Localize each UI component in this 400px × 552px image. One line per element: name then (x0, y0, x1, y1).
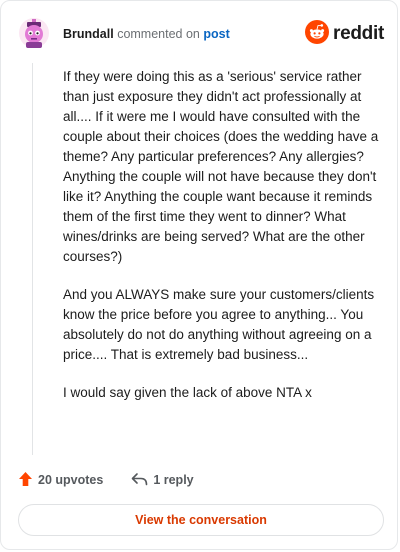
reddit-brand[interactable]: reddit (305, 19, 384, 49)
comment-paragraph: If they were doing this as a 'serious' s… (63, 69, 379, 264)
upvote-arrow-icon (18, 471, 33, 490)
comment-paragraph: I would say given the lack of above NTA … (63, 385, 312, 400)
comment-embed-card: Brundall commented on post reddit If the… (0, 0, 398, 550)
view-conversation-button[interactable]: View the conversation (18, 504, 384, 536)
reply-button[interactable]: 1 reply (131, 472, 194, 489)
reddit-wordmark: reddit (333, 23, 384, 44)
comment-actions: 20 upvotes 1 reply (18, 468, 194, 492)
reply-arrow-icon (131, 472, 148, 489)
upvote-button[interactable]: 20 upvotes (18, 471, 103, 490)
username-link[interactable]: Brundall (63, 27, 114, 41)
comment-paragraph: And you ALWAYS make sure your customers/… (63, 287, 375, 362)
user-avatar-icon[interactable] (18, 17, 50, 49)
reply-count: 1 reply (153, 473, 194, 487)
reddit-logo-icon (305, 19, 330, 49)
comment-body: If they were doing this as a 'serious' s… (63, 67, 381, 421)
comment-header: Brundall commented on post reddit (18, 17, 384, 53)
comment-attribution: Brundall commented on post (63, 27, 230, 41)
action-text: commented on (117, 27, 200, 41)
post-link[interactable]: post (203, 27, 229, 41)
thread-line (32, 63, 33, 455)
upvote-count: 20 upvotes (38, 473, 104, 487)
